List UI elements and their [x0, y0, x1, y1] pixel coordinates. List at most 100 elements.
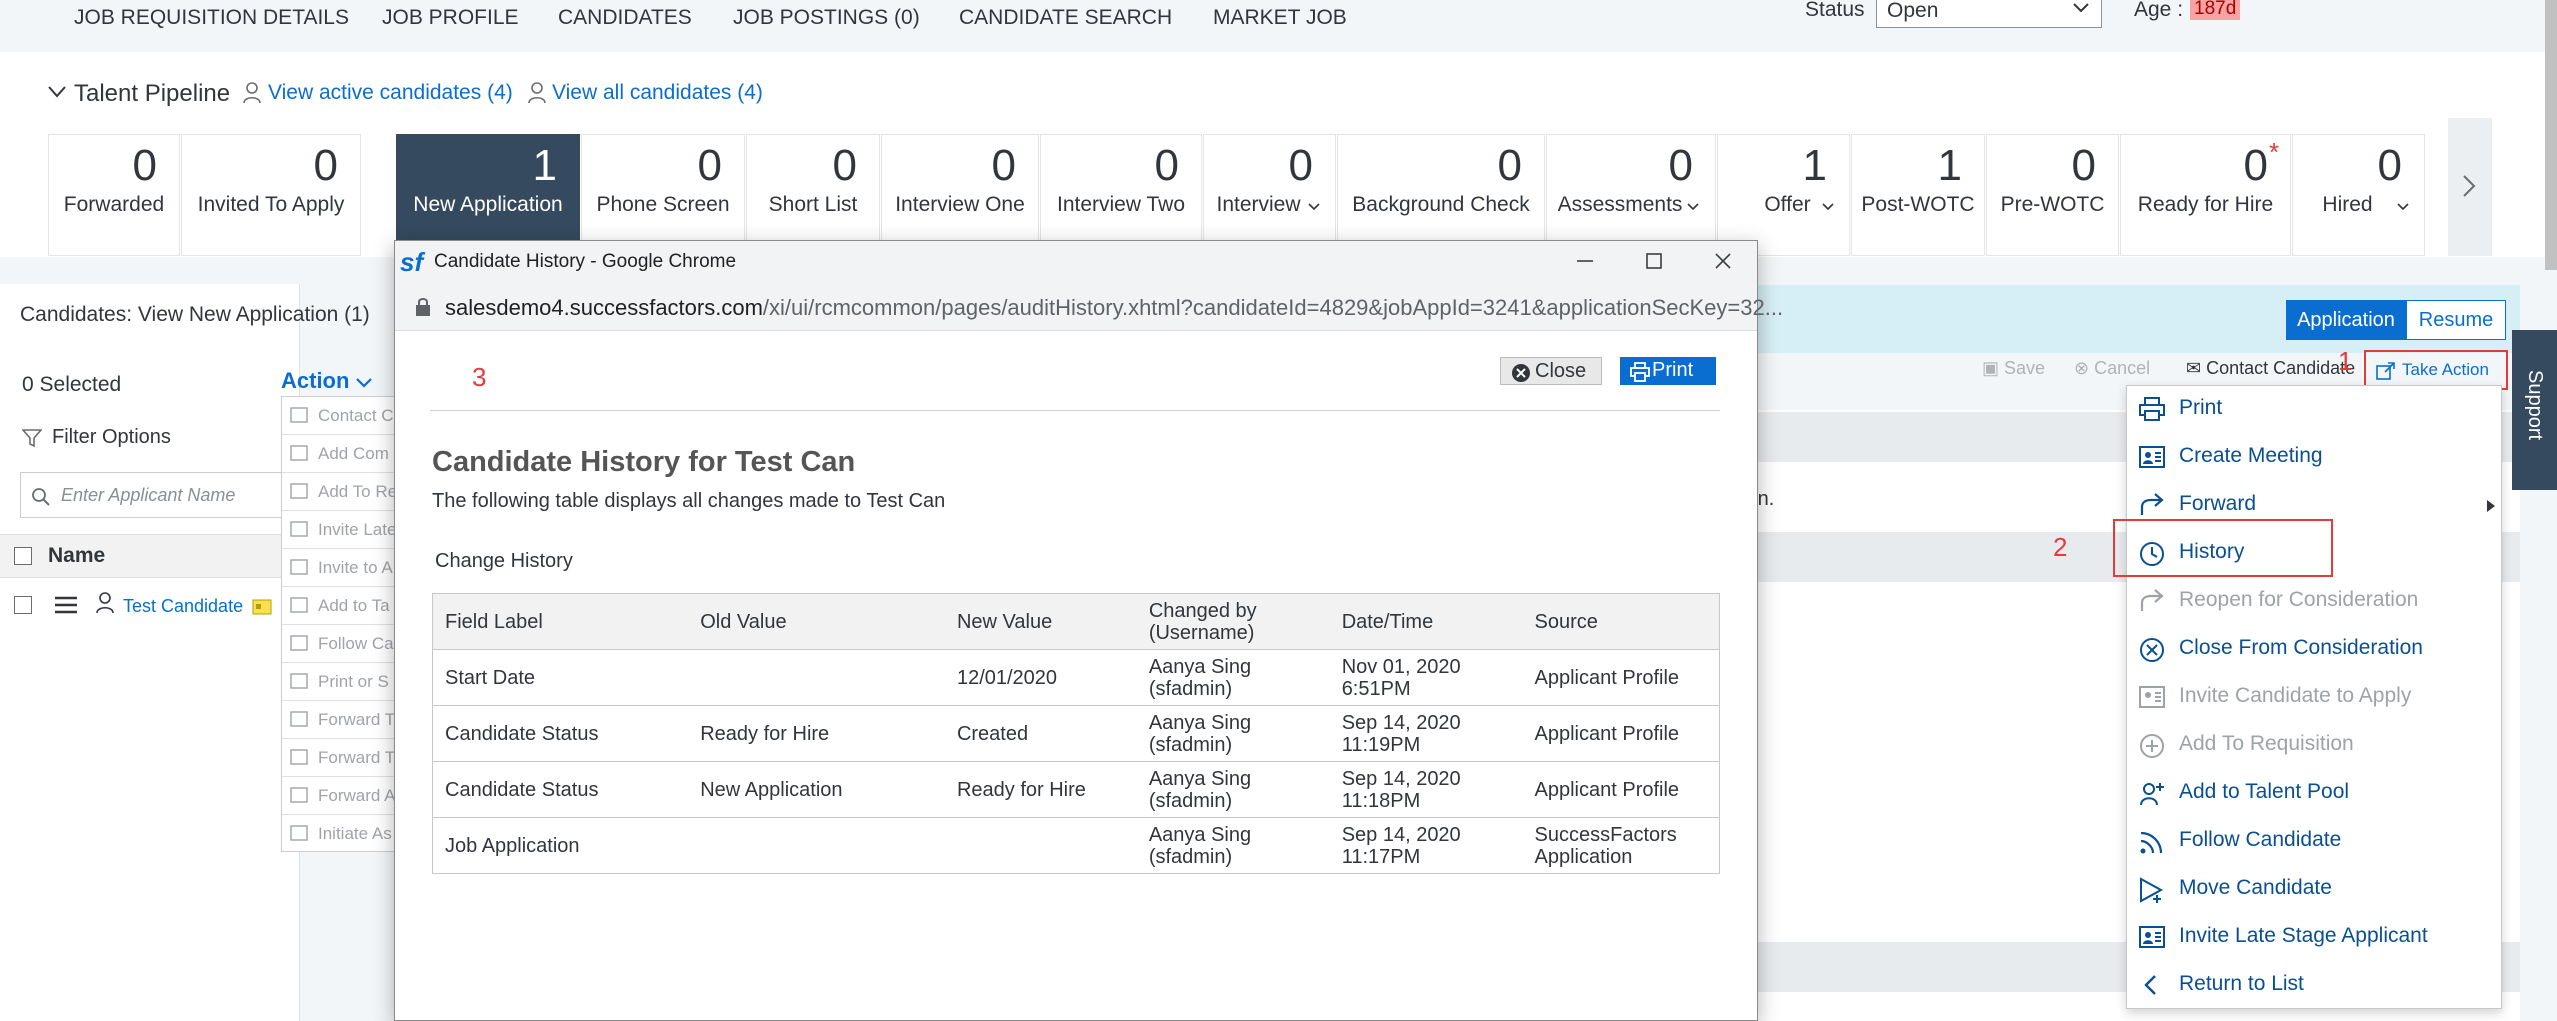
- table-cell: Nov 01, 2020 6:51PM: [1329, 649, 1523, 706]
- action-item-label: Print or S: [318, 672, 389, 691]
- stage-offer[interactable]: 1 Offer: [1717, 134, 1850, 256]
- menu-icon[interactable]: [54, 595, 78, 615]
- stage-invited-to-apply[interactable]: 0 Invited To Apply: [181, 134, 361, 256]
- tab-candidate-search[interactable]: CANDIDATE SEARCH: [959, 6, 1172, 30]
- tab-candidates[interactable]: CANDIDATES: [558, 6, 692, 30]
- action-item[interactable]: Invite to A: [282, 549, 400, 587]
- action-item[interactable]: Invite Late: [282, 511, 400, 549]
- action-item-label: Follow Ca: [318, 634, 394, 653]
- stage-ready-for-hire[interactable]: 0 * Ready for Hire: [2120, 134, 2291, 256]
- applicant-search-input[interactable]: Enter Applicant Name: [20, 472, 290, 518]
- action-item[interactable]: Add To Re: [282, 473, 400, 511]
- tab-job-postings[interactable]: JOB POSTINGS (0): [733, 6, 920, 30]
- filter-options-link[interactable]: Filter Options: [52, 426, 171, 449]
- url-host: salesdemo4.successfactors.com: [445, 295, 763, 320]
- url-path: /xi/ui/rcmcommon/pages/auditHistory.xhtm…: [762, 295, 1784, 320]
- action-item[interactable]: Initiate As: [282, 815, 400, 851]
- stage-interview-two[interactable]: 0 Interview Two: [1040, 134, 1202, 256]
- talent-pipeline-title: Talent Pipeline: [74, 80, 231, 107]
- candidates-view-title: Candidates: View New Application (1): [20, 303, 370, 326]
- candidate-name-link[interactable]: Test Candidate: [123, 596, 243, 617]
- menu-item-invite-late-stage[interactable]: Invite Late Stage Applicant: [2127, 914, 2503, 962]
- stage-forwarded[interactable]: 0 Forwarded: [48, 134, 180, 256]
- tab-application[interactable]: Application: [2286, 300, 2406, 340]
- close-label: Close: [1535, 360, 1587, 382]
- action-menu-list: Contact C Add Com Add To Re Invite Late …: [281, 396, 401, 852]
- stage-new-application[interactable]: 1 New Application: [396, 134, 580, 256]
- stage-interview-one[interactable]: 0 Interview One: [881, 134, 1039, 256]
- cancel-button[interactable]: ⊗ Cancel: [2074, 358, 2150, 379]
- view-active-candidates-link[interactable]: View active candidates (4): [268, 81, 513, 105]
- stage-post-wotc[interactable]: 1 Post-WOTC: [1851, 134, 1985, 256]
- close-circle-icon: [1511, 363, 1531, 383]
- person-icon: [96, 592, 114, 614]
- stage-pre-wotc[interactable]: 0 Pre-WOTC: [1986, 134, 2119, 256]
- pipeline-next-button[interactable]: [2448, 118, 2492, 256]
- maximize-icon[interactable]: [1645, 252, 1663, 270]
- menu-item-reopen[interactable]: Reopen for Consideration: [2127, 578, 2503, 626]
- stage-background-check[interactable]: 0 Background Check: [1337, 134, 1545, 256]
- action-item[interactable]: Add to Ta: [282, 587, 400, 625]
- window-scrollbar[interactable]: [2545, 0, 2557, 270]
- filter-icon[interactable]: [22, 428, 42, 448]
- action-item[interactable]: Forward A: [282, 777, 400, 815]
- status-select[interactable]: Open: [1876, 0, 2102, 28]
- stage-short-list[interactable]: 0 Short List: [746, 134, 880, 256]
- close-window-icon[interactable]: [1714, 252, 1732, 270]
- stage-hired[interactable]: 0 Hired: [2292, 134, 2425, 256]
- menu-item-create-meeting[interactable]: Create Meeting: [2127, 434, 2503, 482]
- action-item[interactable]: Contact C: [282, 397, 400, 435]
- tab-market-job[interactable]: MARKET JOB: [1213, 6, 1347, 30]
- select-all-checkbox[interactable]: [14, 547, 32, 565]
- stage-count: 0: [832, 141, 857, 190]
- action-item-icon: [290, 787, 308, 803]
- action-item[interactable]: Print or S: [282, 663, 400, 701]
- table-cell: Aanya Sing (sfadmin): [1136, 817, 1330, 874]
- menu-item-move-candidate[interactable]: Move Candidate: [2127, 866, 2503, 914]
- action-dropdown-button[interactable]: Action: [281, 368, 349, 394]
- tab-job-requisition-details[interactable]: JOB REQUISITION DETAILS: [74, 6, 349, 30]
- menu-item-close-from-consideration[interactable]: Close From Consideration: [2127, 626, 2503, 674]
- stage-count: 1: [532, 141, 557, 190]
- menu-item-print[interactable]: Print: [2127, 386, 2503, 434]
- stage-interview[interactable]: 0 Interview: [1203, 134, 1336, 256]
- action-item[interactable]: Follow Ca: [282, 625, 400, 663]
- action-item[interactable]: Forward T: [282, 739, 400, 777]
- stage-assessments[interactable]: 0 Assessments: [1546, 134, 1716, 256]
- save-label: Save: [2004, 358, 2046, 378]
- add-circle-icon: [2139, 733, 2165, 759]
- action-item[interactable]: Forward T: [282, 701, 400, 739]
- tab-job-profile[interactable]: JOB PROFILE: [382, 6, 519, 30]
- table-cell: Aanya Sing (sfadmin): [1136, 761, 1330, 818]
- url-text[interactable]: salesdemo4.successfactors.com/xi/ui/rcmc…: [445, 295, 1783, 321]
- support-tab[interactable]: Support: [2512, 330, 2557, 490]
- tab-resume[interactable]: Resume: [2406, 300, 2506, 340]
- print-button[interactable]: Print: [1620, 357, 1716, 385]
- take-action-button[interactable]: Take Action: [2364, 350, 2508, 390]
- menu-item-add-to-talent-pool[interactable]: Add to Talent Pool: [2127, 770, 2503, 818]
- name-header-label: Name: [48, 544, 106, 567]
- view-all-candidates-link[interactable]: View all candidates (4): [552, 81, 763, 105]
- menu-item-label: Add to Talent Pool: [2179, 780, 2350, 803]
- action-item[interactable]: Add Com: [282, 435, 400, 473]
- collapse-chevron-icon[interactable]: [48, 86, 66, 98]
- menu-item-invite-candidate[interactable]: Invite Candidate to Apply: [2127, 674, 2503, 722]
- required-asterisk: *: [2269, 137, 2280, 167]
- menu-item-add-to-requisition[interactable]: Add To Requisition: [2127, 722, 2503, 770]
- column-header: Changed by (Username): [1136, 593, 1330, 650]
- menu-item-follow-candidate[interactable]: Follow Candidate: [2127, 818, 2503, 866]
- print-label: Print: [1652, 359, 1694, 381]
- row-checkbox[interactable]: [14, 596, 32, 614]
- chevron-down-icon: [356, 378, 372, 388]
- minimize-icon[interactable]: [1576, 252, 1594, 270]
- table-cell: Ready for Hire: [944, 761, 1137, 818]
- stage-phone-screen[interactable]: 0 Phone Screen: [581, 134, 745, 256]
- close-button[interactable]: Close: [1500, 357, 1602, 385]
- contact-candidate-button[interactable]: ✉ Contact Candidate: [2186, 358, 2355, 379]
- save-button[interactable]: ▣ Save: [1982, 358, 2045, 379]
- action-item-label: Invite Late: [318, 520, 397, 539]
- table-cell: Sep 14, 2020 11:19PM: [1329, 705, 1523, 762]
- table-cell: Aanya Sing (sfadmin): [1136, 649, 1330, 706]
- menu-item-return-to-list[interactable]: Return to List: [2127, 962, 2503, 1010]
- age-badge: 187d: [2190, 0, 2241, 20]
